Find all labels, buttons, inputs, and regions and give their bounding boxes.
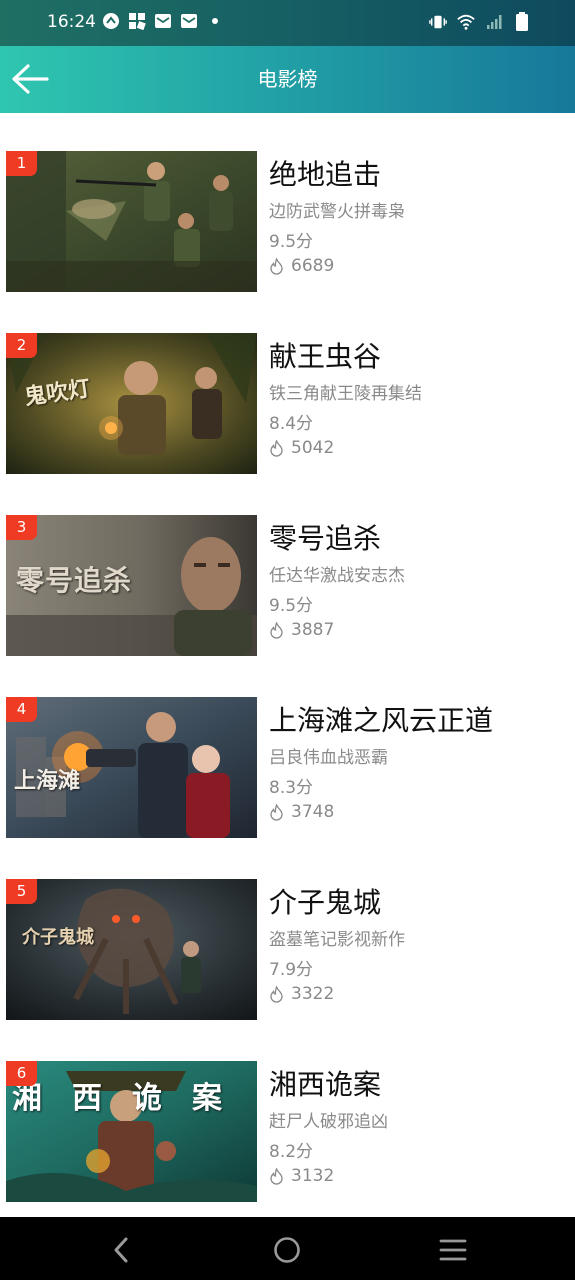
rank-badge: 1 bbox=[6, 151, 37, 176]
rank-badge: 2 bbox=[6, 333, 37, 358]
signal-icon bbox=[485, 13, 503, 31]
heat-count: 3322 bbox=[291, 984, 335, 1004]
status-icons-right bbox=[429, 12, 531, 31]
mail-icon bbox=[180, 12, 198, 30]
movie-score: 8.2分 bbox=[269, 1142, 314, 1162]
movie-heat: 3887 bbox=[269, 620, 334, 640]
movie-score: 9.5分 bbox=[269, 596, 314, 616]
movie-heat: 5042 bbox=[269, 438, 334, 458]
app-header: 电影榜 bbox=[0, 46, 575, 113]
movie-poster: 介子鬼城 5 bbox=[6, 879, 257, 1020]
back-triangle-icon bbox=[114, 1237, 128, 1263]
rank-badge: 5 bbox=[6, 879, 37, 904]
movie-heat: 3748 bbox=[269, 802, 334, 822]
vibrate-icon bbox=[429, 13, 447, 31]
movie-score: 7.9分 bbox=[269, 960, 314, 980]
movie-title: 湘西诡案 bbox=[269, 1068, 382, 1101]
heat-count: 3887 bbox=[291, 620, 335, 640]
home-circle-icon bbox=[274, 1237, 300, 1263]
list-item[interactable]: 零号追杀 3 零号追杀 任达华激战安志杰 9.5分 3887 bbox=[0, 515, 575, 657]
dot-icon bbox=[206, 12, 224, 30]
movie-description: 任达华激战安志杰 bbox=[269, 566, 405, 586]
movie-title: 上海滩之风云正道 bbox=[269, 704, 494, 737]
movie-heat: 3132 bbox=[269, 1166, 334, 1186]
page-title: 电影榜 bbox=[257, 67, 318, 91]
heat-count: 3748 bbox=[291, 802, 335, 822]
movie-poster: 上海滩 4 bbox=[6, 697, 257, 838]
flame-icon bbox=[269, 803, 284, 821]
movie-poster: 1 bbox=[6, 151, 257, 292]
list-item[interactable]: 上海滩 4 上海滩之风云正道 吕良伟血战恶霸 8.3分 3748 bbox=[0, 697, 575, 839]
movie-title: 零号追杀 bbox=[269, 522, 382, 555]
menu-lines-icon bbox=[439, 1239, 467, 1261]
arrow-left-icon bbox=[12, 64, 49, 94]
movie-title: 献王虫谷 bbox=[269, 340, 382, 373]
flame-icon bbox=[269, 1167, 284, 1185]
rank-badge: 4 bbox=[6, 697, 37, 722]
list-item[interactable]: 湘西诡案 6 湘西诡案 赶尸人破邪追凶 8.2分 3132 bbox=[0, 1061, 575, 1203]
movie-heat: 6689 bbox=[269, 256, 334, 276]
flame-icon bbox=[269, 257, 284, 275]
back-button[interactable] bbox=[8, 59, 52, 99]
movie-score: 8.3分 bbox=[269, 778, 314, 798]
poster-title: 上海滩 bbox=[14, 768, 81, 794]
flame-icon bbox=[269, 985, 284, 1003]
list-item[interactable]: 介子鬼城 5 介子鬼城 盗墓笔记影视新作 7.9分 3322 bbox=[0, 879, 575, 1021]
grid-apps-icon bbox=[128, 12, 146, 30]
rank-badge: 6 bbox=[6, 1061, 37, 1086]
movie-description: 铁三角献王陵再集结 bbox=[269, 384, 422, 404]
movie-poster: 鬼吹灯 2 bbox=[6, 333, 257, 474]
motorcycle-icon bbox=[102, 12, 120, 30]
movie-description: 吕良伟血战恶霸 bbox=[269, 748, 388, 768]
movie-description: 赶尸人破邪追凶 bbox=[269, 1112, 388, 1132]
movie-score: 9.5分 bbox=[269, 232, 314, 252]
movie-score: 8.4分 bbox=[269, 414, 314, 434]
movie-title: 绝地追击 bbox=[269, 158, 382, 191]
wifi-icon bbox=[457, 13, 475, 31]
flame-icon bbox=[269, 621, 284, 639]
poster-title: 零号追杀 bbox=[16, 564, 133, 597]
poster-title: 湘西诡案 bbox=[12, 1081, 252, 1116]
rank-badge: 3 bbox=[6, 515, 37, 540]
status-bar: 16:24 bbox=[0, 0, 575, 46]
screen: 16:24 电影榜 1 绝地追击 边防武警火拼毒枭 9.5分 6689 鬼吹灯 … bbox=[0, 0, 575, 1280]
battery-icon bbox=[513, 12, 531, 31]
system-nav-bar bbox=[0, 1217, 575, 1280]
list-item[interactable]: 鬼吹灯 2 献王虫谷 铁三角献王陵再集结 8.4分 5042 bbox=[0, 333, 575, 475]
list-item[interactable]: 1 绝地追击 边防武警火拼毒枭 9.5分 6689 bbox=[0, 151, 575, 293]
status-time: 16:24 bbox=[47, 12, 96, 32]
heat-count: 6689 bbox=[291, 256, 335, 276]
mail-icon bbox=[154, 12, 172, 30]
poster-title: 介子鬼城 bbox=[22, 927, 94, 948]
flame-icon bbox=[269, 439, 284, 457]
status-icons-left bbox=[102, 12, 224, 30]
movie-description: 盗墓笔记影视新作 bbox=[269, 930, 405, 950]
nav-menu-button[interactable] bbox=[433, 1230, 473, 1270]
nav-home-button[interactable] bbox=[267, 1230, 307, 1270]
movie-description: 边防武警火拼毒枭 bbox=[269, 202, 405, 222]
heat-count: 5042 bbox=[291, 438, 335, 458]
movie-poster: 湘西诡案 6 bbox=[6, 1061, 257, 1202]
heat-count: 3132 bbox=[291, 1166, 335, 1186]
movie-title: 介子鬼城 bbox=[269, 886, 382, 919]
movie-heat: 3322 bbox=[269, 984, 334, 1004]
movie-poster: 零号追杀 3 bbox=[6, 515, 257, 656]
movie-list: 1 绝地追击 边防武警火拼毒枭 9.5分 6689 鬼吹灯 2 献王虫谷 铁三角… bbox=[0, 113, 575, 1217]
nav-back-button[interactable] bbox=[101, 1230, 141, 1270]
